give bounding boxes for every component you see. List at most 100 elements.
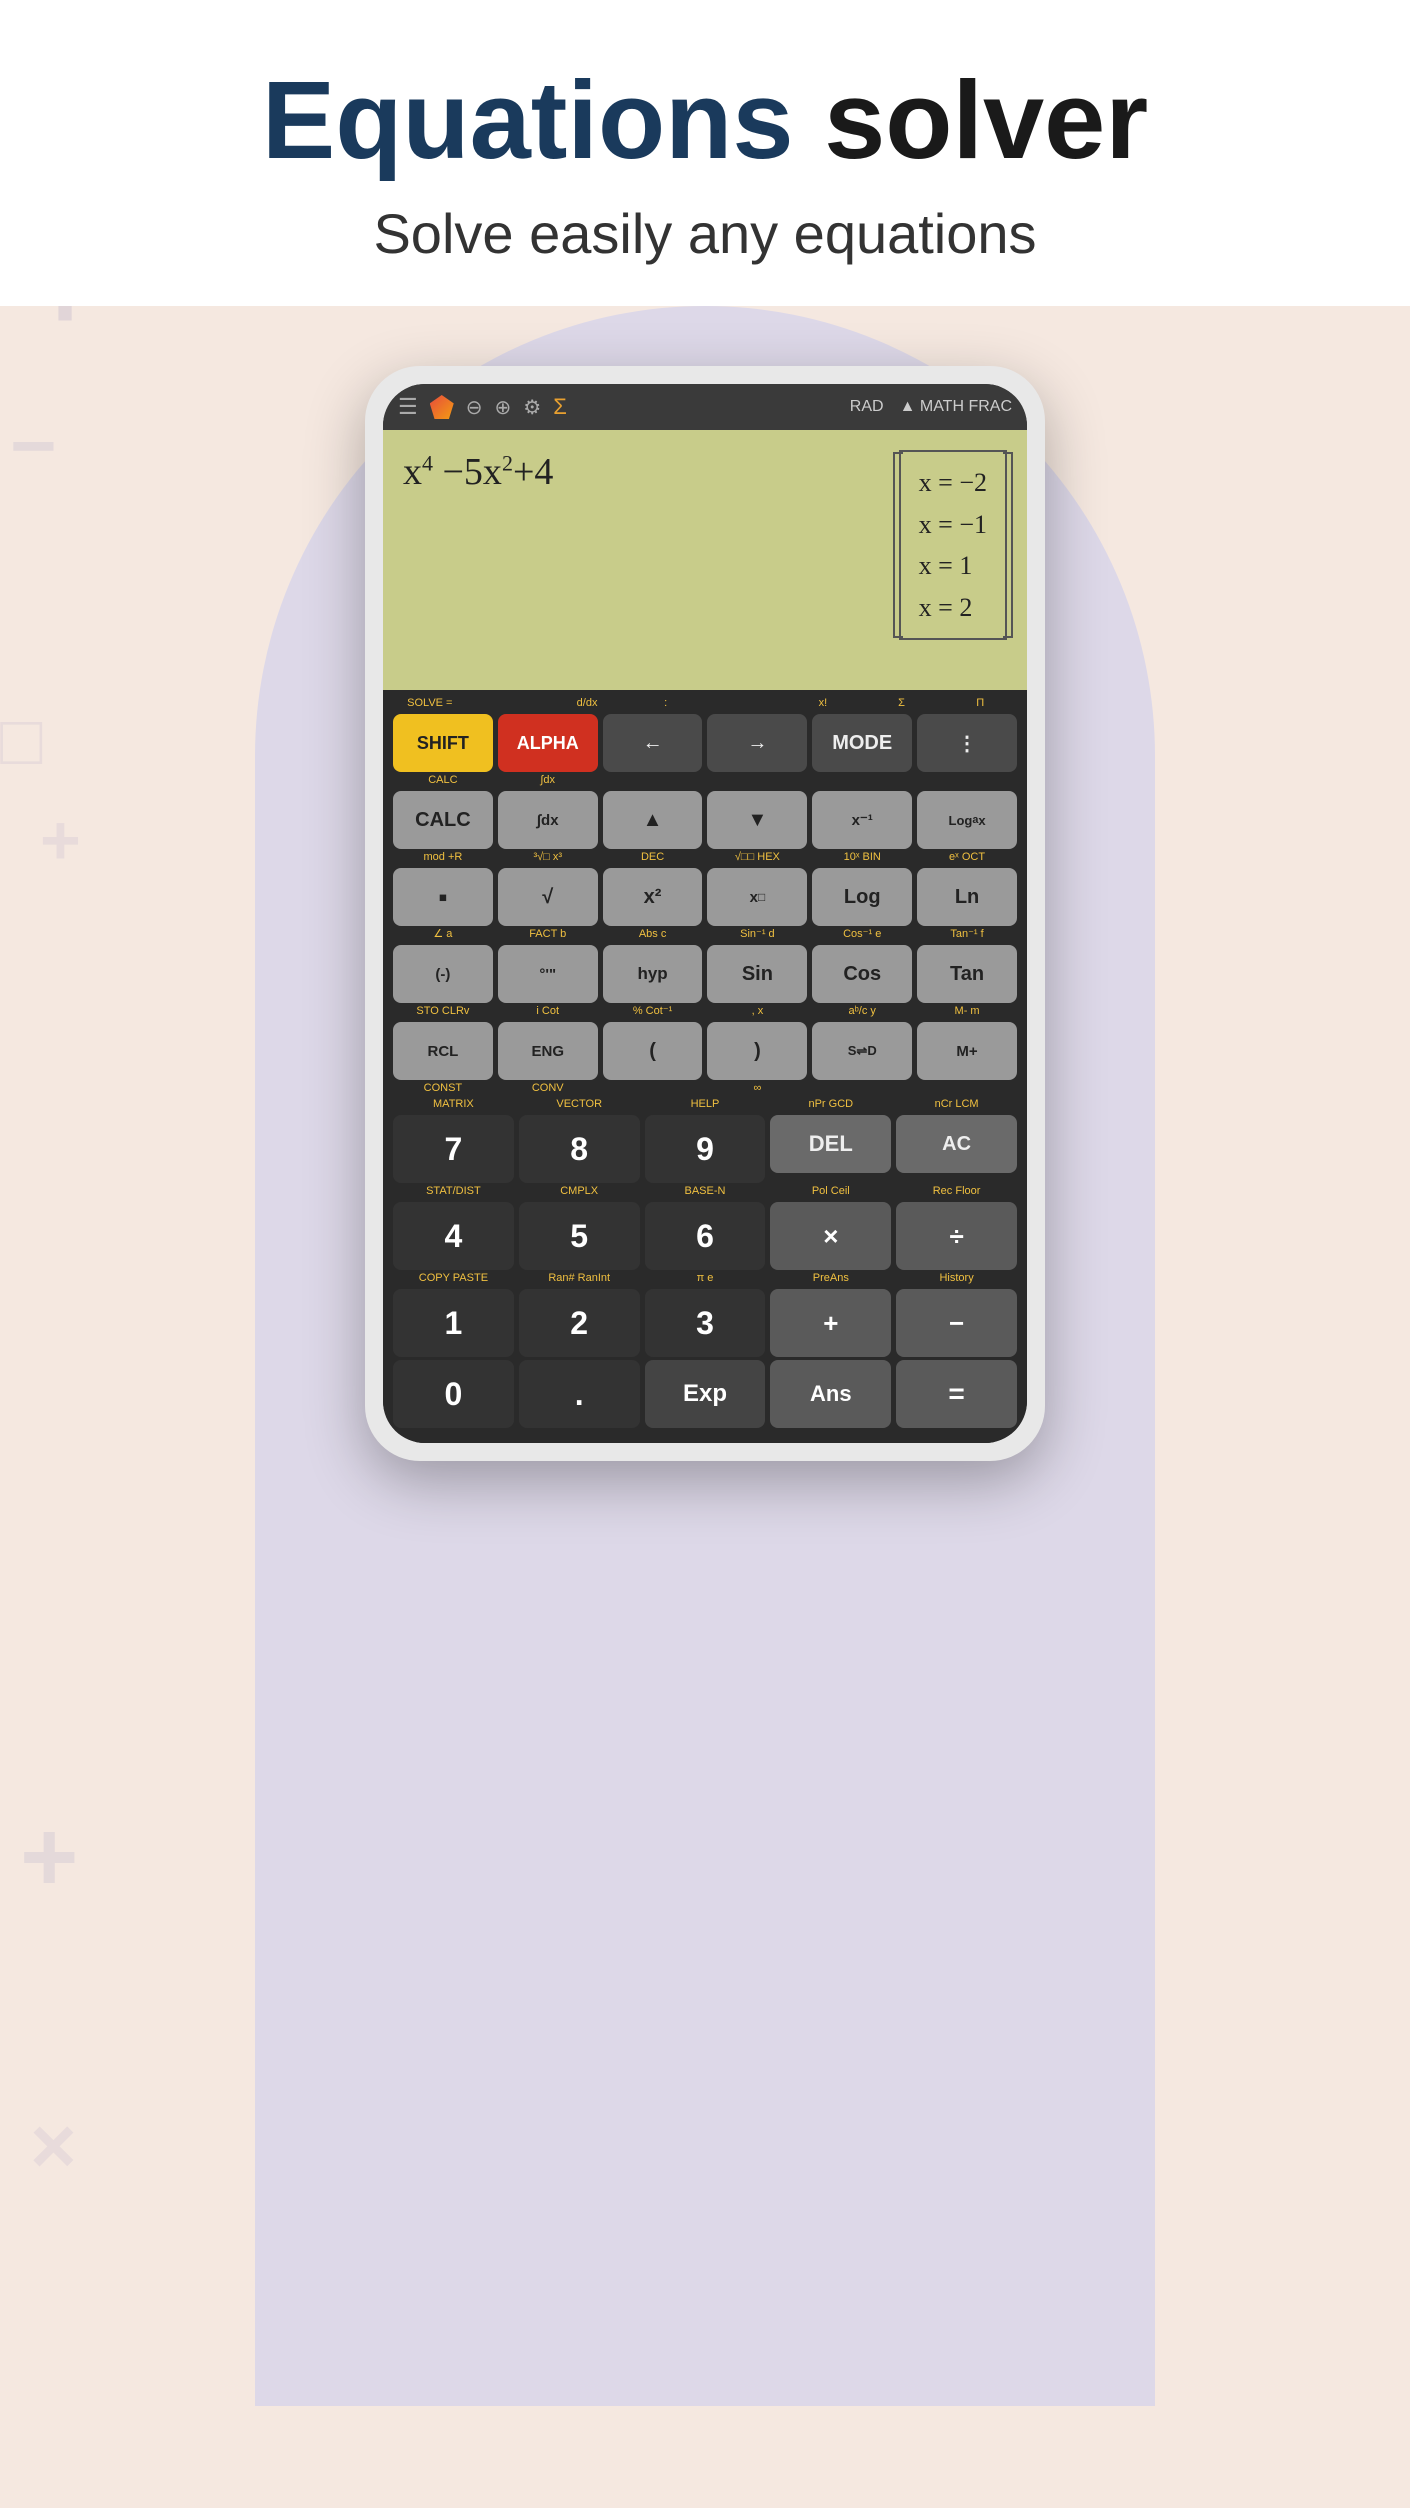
sublabel-npr-gcd: nPr GCD — [770, 1099, 891, 1113]
mode-button[interactable]: MODE — [812, 714, 912, 772]
calc-header: ☰ ⊖ ⊕ ⚙ Σ RAD ▲ MATH FRAC — [383, 384, 1027, 430]
sublabel-intdx: ∫dx — [498, 775, 598, 789]
result-1: x = −2 — [919, 462, 987, 504]
settings-icon[interactable]: ⚙ — [523, 395, 541, 420]
sin-button[interactable]: Sin — [707, 945, 807, 1003]
key-2[interactable]: 2 — [519, 1289, 640, 1357]
phone-mockup: ☰ ⊖ ⊕ ⚙ Σ RAD ▲ MATH FRAC x4 −5x2+4 x = … — [365, 366, 1045, 1461]
row1-sublabels: SOLVE = d/dx : x! Σ Π — [393, 698, 1017, 712]
main-title: Equations solver — [40, 60, 1370, 181]
sublabel-inf: ∞ — [707, 1083, 807, 1097]
result-2: x = −1 — [919, 504, 987, 546]
more-button[interactable]: ⋮ — [917, 714, 1017, 772]
eng-button[interactable]: ENG — [498, 1022, 598, 1080]
key-0[interactable]: 0 — [393, 1360, 514, 1428]
sublabel-pct: % Cot⁻¹ — [603, 1006, 703, 1020]
close-paren-button[interactable]: ) — [707, 1022, 807, 1080]
num-row2-sublabels: STAT/DIST CMPLX BASE-N Pol Ceil Rec Floo… — [393, 1186, 1017, 1200]
sublabel-empty3 — [603, 775, 703, 789]
sublabel-mod: mod +R — [393, 852, 493, 866]
shift-button[interactable]: SHIFT — [393, 714, 493, 772]
exp-button[interactable]: Exp — [645, 1360, 766, 1428]
mplus-button[interactable]: M+ — [917, 1022, 1017, 1080]
up-arrow-button[interactable]: ▲ — [603, 791, 703, 849]
title-equations: Equations — [262, 59, 794, 182]
x-inverse-button[interactable]: x⁻¹ — [812, 791, 912, 849]
log-base-button[interactable]: Logax — [917, 791, 1017, 849]
key-row-3: ▪ √ x² x□ Log Ln — [393, 868, 1017, 926]
sublabel-preans: PreAns — [770, 1273, 891, 1287]
sublabel-copy-paste: COPY PASTE — [393, 1273, 514, 1287]
row3-sublabels: mod +R ³√□ x³ DEC √□□ HEX 10ˣ BIN eˣ OCT — [393, 852, 1017, 866]
key-7[interactable]: 7 — [393, 1115, 514, 1183]
sublabel-statdist: STAT/DIST — [393, 1186, 514, 1200]
hyp-button[interactable]: hyp — [603, 945, 703, 1003]
bracket-left — [893, 452, 903, 638]
key-9[interactable]: 9 — [645, 1115, 766, 1183]
equals-button[interactable]: = — [896, 1360, 1017, 1428]
tan-button[interactable]: Tan — [917, 945, 1017, 1003]
sublabel-empty9 — [917, 1083, 1017, 1097]
row5-sublabels: STO CLRv i Cot % Cot⁻¹ , x aᵇ/c y M- m — [393, 1006, 1017, 1020]
left-arrow-button[interactable]: ← — [603, 714, 703, 772]
key-4[interactable]: 4 — [393, 1202, 514, 1270]
sd-button[interactable]: S⇌D — [812, 1022, 912, 1080]
calc-display: x4 −5x2+4 x = −2 x = −1 x = 1 x = 2 — [383, 430, 1027, 690]
row6-sublabels: CONST CONV ∞ — [393, 1083, 1017, 1097]
key-3[interactable]: 3 — [645, 1289, 766, 1357]
rcl-button[interactable]: RCL — [393, 1022, 493, 1080]
ln-button[interactable]: Ln — [917, 868, 1017, 926]
sigma-icon: Σ — [553, 394, 567, 420]
down-arrow-button[interactable]: ▼ — [707, 791, 807, 849]
x-power-button[interactable]: x□ — [707, 868, 807, 926]
sublabel-cmplx: CMPLX — [519, 1186, 640, 1200]
right-arrow-button[interactable]: → — [707, 714, 807, 772]
sublabel-empty7 — [603, 1083, 703, 1097]
key-1[interactable]: 1 — [393, 1289, 514, 1357]
ans-button[interactable]: Ans — [770, 1360, 891, 1428]
num-row-1: 7 8 9 DEL AC — [393, 1115, 1017, 1183]
dot-button[interactable]: . — [519, 1360, 640, 1428]
x-squared-button[interactable]: x² — [603, 868, 703, 926]
key-5[interactable]: 5 — [519, 1202, 640, 1270]
minus-circle-icon[interactable]: ⊖ — [466, 395, 483, 420]
multiply-button[interactable]: × — [770, 1202, 891, 1270]
calc-button[interactable]: CALC — [393, 791, 493, 849]
alpha-button[interactable]: ALPHA — [498, 714, 598, 772]
key-row-4: (-) °'" hyp Sin Cos Tan — [393, 945, 1017, 1003]
plus-circle-icon[interactable]: ⊕ — [495, 395, 512, 420]
row2-sublabels: CALC ∫dx — [393, 775, 1017, 789]
sublabel-empty2 — [708, 698, 782, 712]
num-row-3: 1 2 3 + − — [393, 1289, 1017, 1357]
key-6[interactable]: 6 — [645, 1202, 766, 1270]
subtitle: Solve easily any equations — [40, 201, 1370, 266]
divide-button[interactable]: ÷ — [896, 1202, 1017, 1270]
phone-inner: ☰ ⊖ ⊕ ⚙ Σ RAD ▲ MATH FRAC x4 −5x2+4 x = … — [383, 384, 1027, 1443]
key-row-2: CALC ∫dx ▲ ▼ x⁻¹ Logax — [393, 791, 1017, 849]
sublabel-sin1: Sin⁻¹ d — [707, 929, 807, 943]
sublabel-hex: √□□ HEX — [707, 852, 807, 866]
menu-icon[interactable]: ☰ — [398, 394, 418, 420]
deg-button[interactable]: °'" — [498, 945, 598, 1003]
del-button[interactable]: DEL — [770, 1115, 891, 1173]
sqrt-button[interactable]: √ — [498, 868, 598, 926]
fraction-button[interactable]: ▪ — [393, 868, 493, 926]
sublabel-solve: SOLVE = — [393, 698, 467, 712]
key-8[interactable]: 8 — [519, 1115, 640, 1183]
sublabel-conv: CONV — [498, 1083, 598, 1097]
sublabel-pol-ceil: Pol Ceil — [770, 1186, 891, 1200]
ac-button[interactable]: AC — [896, 1115, 1017, 1173]
integral-button[interactable]: ∫dx — [498, 791, 598, 849]
sublabel-abs: Abs c — [603, 929, 703, 943]
minus-button[interactable]: − — [896, 1289, 1017, 1357]
open-paren-button[interactable]: ( — [603, 1022, 703, 1080]
cos-button[interactable]: Cos — [812, 945, 912, 1003]
sublabel-basen: BASE-N — [645, 1186, 766, 1200]
gem-icon — [430, 395, 454, 419]
num-row-2: 4 5 6 × ÷ — [393, 1202, 1017, 1270]
rad-label: RAD — [850, 398, 884, 416]
plus-button[interactable]: + — [770, 1289, 891, 1357]
log-button[interactable]: Log — [812, 868, 912, 926]
sublabel-ddx: d/dx — [550, 698, 624, 712]
neg-button[interactable]: (-) — [393, 945, 493, 1003]
